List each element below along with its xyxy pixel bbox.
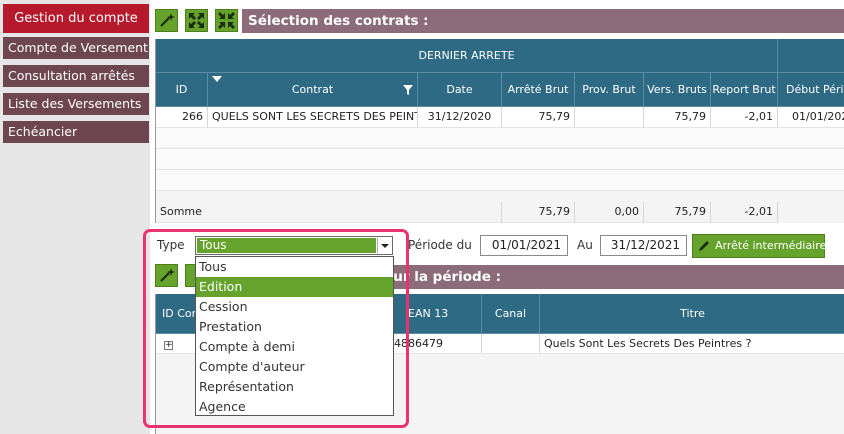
expand-icon [189, 13, 204, 28]
cell-prov-brut[interactable] [575, 107, 644, 128]
sum-label: Somme [156, 202, 502, 223]
cell-titre[interactable]: Quels Sont Les Secrets Des Peintres ? [540, 334, 844, 354]
sidebar-item-gestion-du-compte[interactable]: Gestion du compte [3, 4, 149, 33]
cell-arrete-brut[interactable]: 75,79 [502, 107, 575, 128]
sidebar-item-liste-des-versements[interactable]: Liste des Versements [3, 93, 149, 115]
sum-prov-brut: 0,00 [575, 202, 644, 223]
cell-date[interactable]: 31/12/2020 [418, 107, 502, 128]
column-header-arrete-brut[interactable]: Arrêté Brut [502, 73, 575, 107]
expand-button[interactable] [185, 9, 208, 32]
column-header-canal[interactable]: Canal [482, 294, 540, 334]
empty-row [156, 128, 844, 149]
column-header-vers-bruts[interactable]: Vers. Bruts [644, 73, 711, 107]
contracts-grid: DERNIER ARRETE ID Contrat Date Arrêté Br… [155, 39, 844, 223]
date-from-input[interactable]: 01/01/2021 [480, 235, 568, 256]
cell-contrat[interactable]: QUELS SONT LES SECRETS DES PEINTF [208, 107, 418, 128]
collapse-button[interactable] [215, 9, 238, 32]
sidebar-item-consultation-arretes[interactable]: Consultation arrêtés [3, 65, 149, 87]
arrete-intermediaire-label: Arrêté intermédiaire [715, 239, 827, 252]
sidebar-item-echeancier[interactable]: Echéancier [3, 121, 149, 143]
empty-row [156, 170, 844, 191]
cell-debut-periode[interactable]: 01/01/202 [778, 107, 844, 128]
au-label: Au [577, 238, 593, 252]
column-header-report-brut[interactable]: Report Brut [711, 73, 778, 107]
cell-vers-bruts[interactable]: 75,79 [644, 107, 711, 128]
pencil-icon [699, 241, 709, 251]
empty-row [156, 149, 844, 170]
column-header-titre[interactable]: Titre [540, 294, 844, 334]
sum-arrete-brut: 75,79 [502, 202, 575, 223]
sidebar-item-compte-de-versement[interactable]: Compte de Versement [3, 37, 149, 59]
cell-report-brut[interactable]: -2,01 [711, 107, 778, 128]
sum-vers-bruts: 75,79 [644, 202, 711, 223]
column-header-contrat-label: Contrat [291, 83, 334, 96]
periode-label: Période du [408, 238, 472, 252]
filter-icon[interactable] [403, 85, 413, 95]
arrete-intermediaire-button[interactable]: Arrêté intermédiaire [692, 234, 827, 258]
column-header-id[interactable]: ID [156, 73, 208, 107]
column-header-date[interactable]: Date [418, 73, 502, 107]
period-section-title: our la période : [380, 265, 844, 289]
group-header-right [778, 39, 844, 73]
sum-report-brut: -2,01 [711, 202, 778, 223]
sort-arrow-icon [212, 76, 222, 82]
cell-id[interactable]: 266 [156, 107, 208, 128]
highlight-annotation [143, 229, 409, 428]
column-header-prov-brut[interactable]: Prov. Brut [575, 73, 644, 107]
column-header-contrat[interactable]: Contrat [208, 73, 418, 107]
wand-button[interactable] [155, 9, 178, 32]
contracts-section-title: Sélection des contrats : [242, 9, 844, 33]
date-to-input[interactable]: 31/12/2021 [600, 235, 687, 256]
collapse-icon [218, 12, 235, 29]
cell-canal[interactable] [482, 334, 540, 354]
group-header-dernier-arrete: DERNIER ARRETE [156, 39, 778, 73]
wand-icon [160, 13, 175, 27]
sidebar: Gestion du compte Compte de Versement Co… [0, 0, 150, 434]
column-header-debut-periode[interactable]: Début Pério [778, 73, 844, 107]
